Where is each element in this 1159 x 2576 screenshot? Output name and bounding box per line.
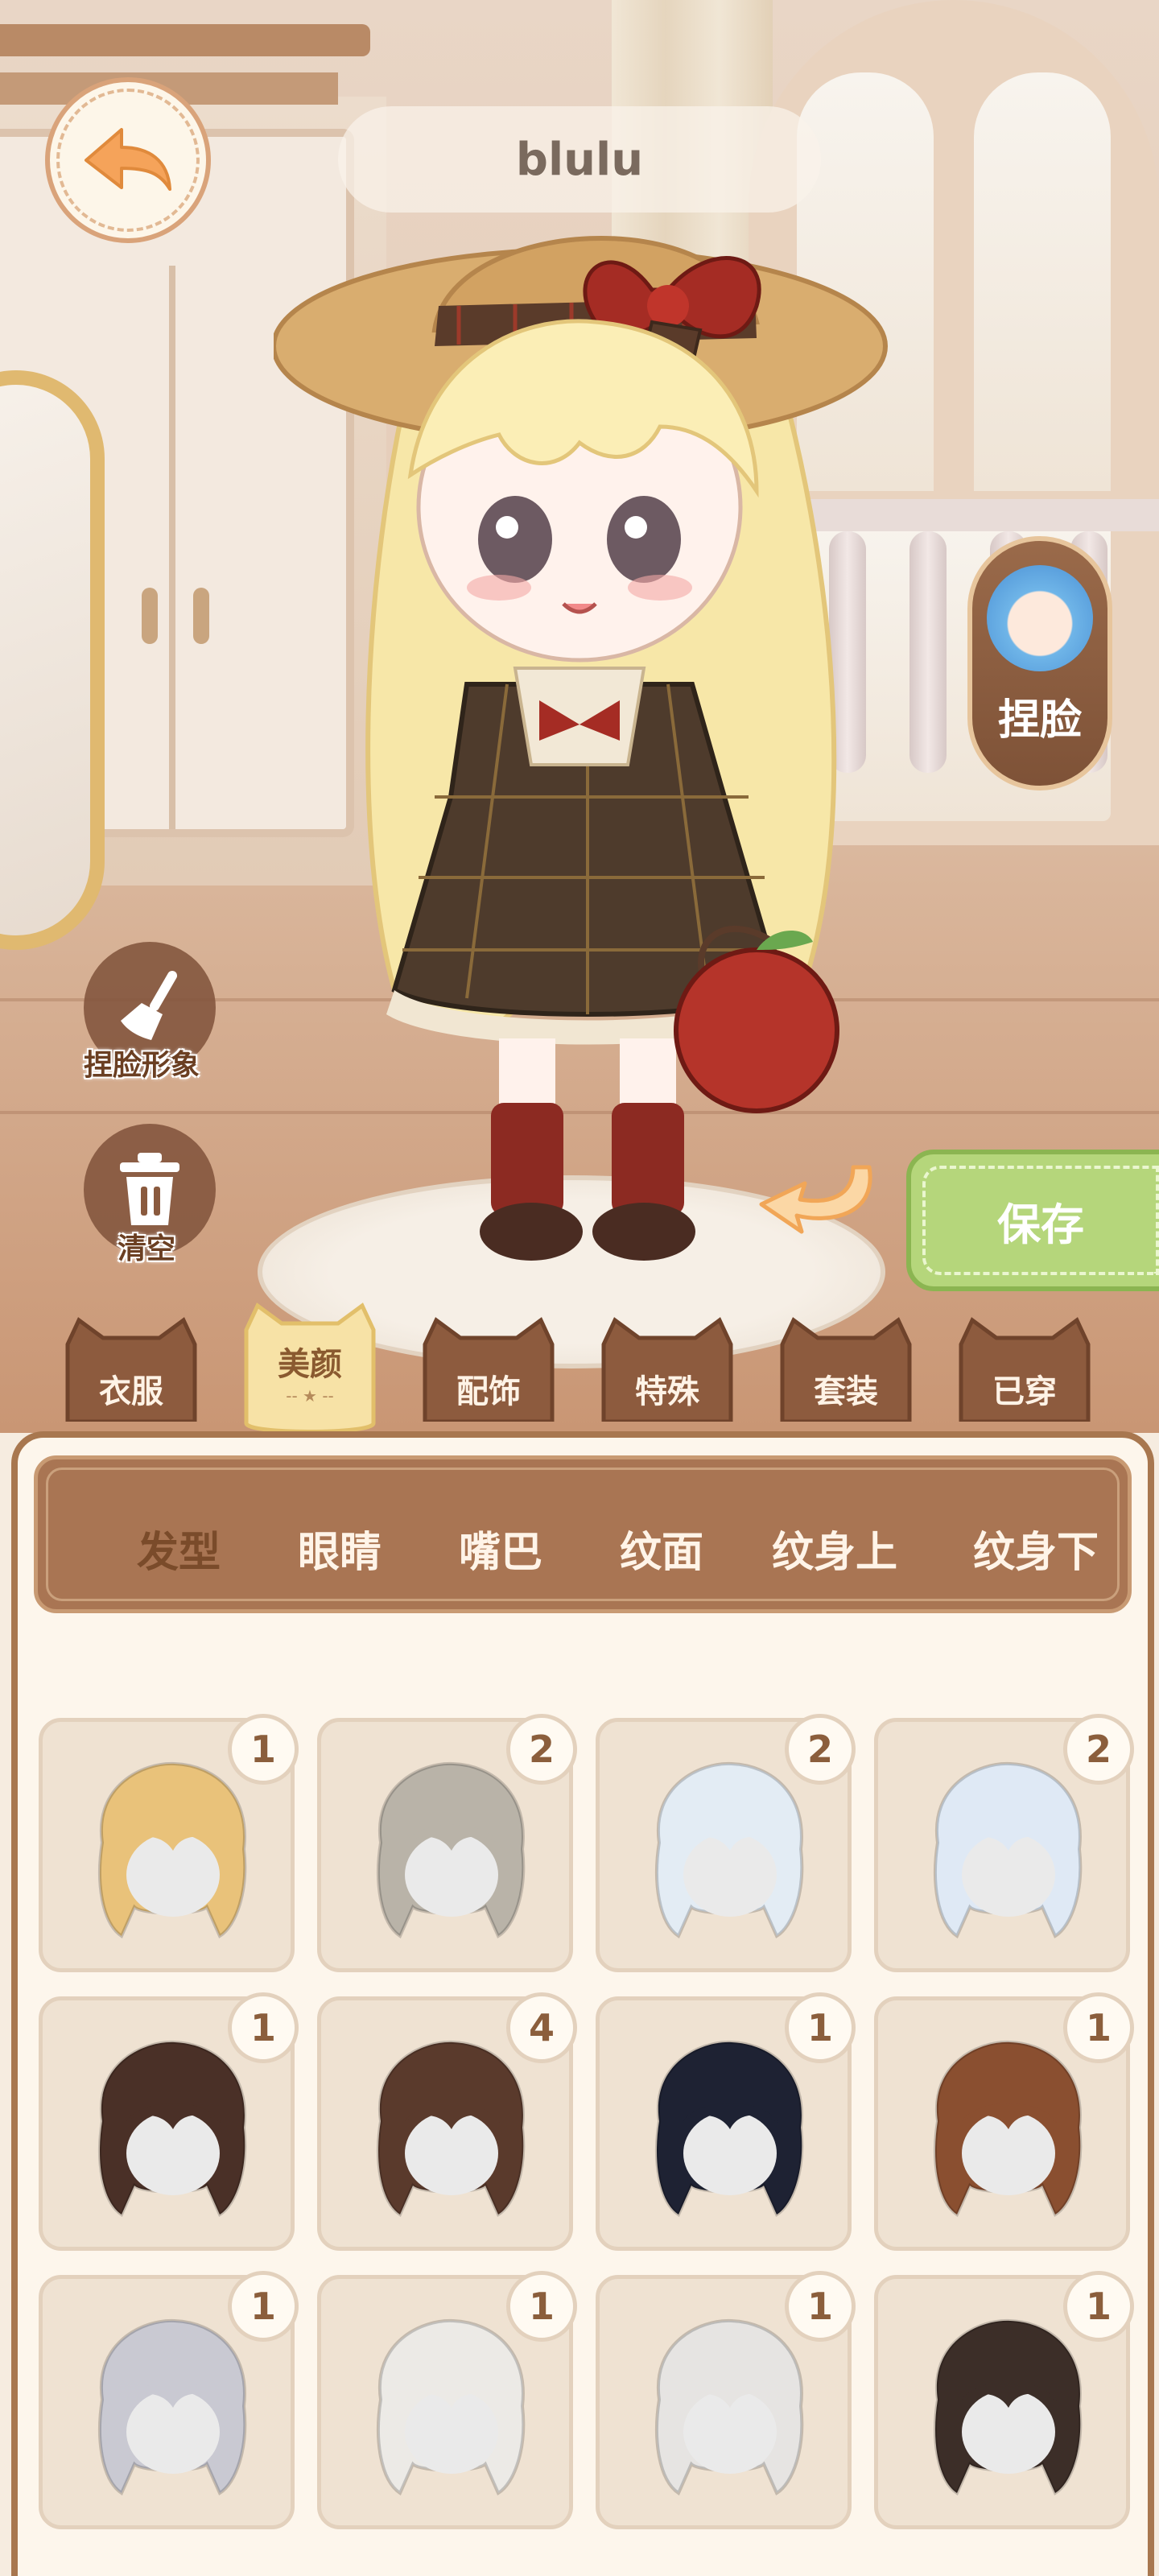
tab-beauty[interactable]: 美颜 -- ★ -- — [241, 1302, 378, 1439]
tab-label: 配饰 — [456, 1373, 521, 1410]
dress-up-screen: blulu 捏脸 捏脸形象 清空 保存 衣服 美颜 -- ★ -- 配饰 特殊 … — [0, 0, 1159, 2576]
face-edit-button[interactable]: 捏脸 — [967, 536, 1112, 791]
back-arrow-icon — [85, 128, 171, 191]
broom-icon — [121, 971, 177, 1040]
subcategory-bar: 发型 眼睛 嘴巴 纹面 纹身上 纹身下 — [34, 1455, 1132, 1613]
owned-count-badge: 1 — [228, 1992, 299, 2063]
face-look-label: 捏脸形象 — [84, 1049, 200, 1082]
tab-decoration: -- ★ -- — [286, 1386, 334, 1406]
tab-worn[interactable]: 已穿 — [956, 1317, 1093, 1422]
owned-count-badge: 2 — [1063, 1714, 1134, 1785]
hair-item-card[interactable]: 1 — [39, 1714, 299, 1972]
face-edit-label: 捏脸 — [997, 696, 1082, 745]
hairstyle-icon — [98, 1761, 247, 1938]
owned-count-badge: 1 — [228, 2271, 299, 2342]
owned-count-badge: 1 — [785, 2271, 856, 2342]
tab-special[interactable]: 特殊 — [599, 1317, 736, 1422]
rotate-arrow-icon[interactable] — [757, 1151, 877, 1240]
hairstyle-icon — [934, 1761, 1083, 1938]
hairstyle-icon — [98, 2040, 247, 2217]
subtab-lower-tattoo[interactable]: 纹身下 — [963, 1516, 1108, 1580]
owned-count-badge: 2 — [785, 1714, 856, 1785]
hair-item-card[interactable]: 1 — [39, 2271, 299, 2529]
owned-count-badge: 2 — [506, 1714, 577, 1785]
subtab-hairstyle[interactable]: 发型 — [126, 1516, 231, 1580]
trash-icon — [120, 1153, 179, 1225]
clear-label: 清空 — [118, 1232, 176, 1265]
hairstyle-icon — [377, 2040, 526, 2217]
save-button[interactable]: 保存 — [906, 1150, 1159, 1291]
standing-mirror — [0, 370, 105, 950]
hairstyle-icon — [655, 2318, 804, 2496]
hair-item-card[interactable]: 2 — [317, 1714, 577, 1972]
subtab-face-tattoo[interactable]: 纹面 — [609, 1516, 714, 1580]
hairstyle-icon — [934, 2040, 1083, 2217]
hairstyle-icon — [655, 2040, 804, 2217]
tab-label: 衣服 — [99, 1373, 163, 1410]
owned-count-badge: 1 — [785, 1992, 856, 2063]
subtab-eyes[interactable]: 眼睛 — [287, 1516, 392, 1580]
save-label: 保存 — [922, 1166, 1159, 1275]
hair-item-card[interactable]: 1 — [596, 2271, 856, 2529]
owned-count-badge: 4 — [506, 1992, 577, 2063]
face-avatar-icon — [987, 565, 1093, 671]
owned-count-badge: 1 — [1063, 2271, 1134, 2342]
tab-clothes[interactable]: 衣服 — [63, 1317, 200, 1422]
hair-item-card[interactable]: 1 — [874, 2271, 1134, 2529]
hairstyle-icon — [377, 2318, 526, 2496]
item-panel: 发型 眼睛 嘴巴 纹面 纹身上 纹身下 1 2 2 2 1 4 1 1 1 1 1 1 — [11, 1431, 1154, 2576]
hairstyle-icon — [98, 2318, 247, 2496]
tab-label: 套装 — [814, 1373, 878, 1410]
hair-item-card[interactable]: 1 — [874, 1992, 1134, 2251]
wall-shelf — [0, 24, 370, 56]
owned-count-badge: 1 — [506, 2271, 577, 2342]
owned-count-badge: 1 — [1063, 1992, 1134, 2063]
back-button[interactable] — [45, 77, 211, 243]
hairstyle-icon — [377, 1761, 526, 1938]
hair-item-card[interactable]: 2 — [596, 1714, 856, 1972]
tab-label: 美颜 — [278, 1346, 342, 1383]
owned-count-badge: 1 — [228, 1714, 299, 1785]
hairstyle-icon — [655, 1761, 804, 1938]
hair-item-card[interactable]: 4 — [317, 1992, 577, 2251]
tab-outfits[interactable]: 套装 — [777, 1317, 914, 1422]
tab-accessories[interactable]: 配饰 — [420, 1317, 557, 1422]
hairstyle-icon — [934, 2318, 1083, 2496]
hair-item-card[interactable]: 1 — [596, 1992, 856, 2251]
subtab-upper-tattoo[interactable]: 纹身上 — [762, 1516, 907, 1580]
hair-item-card[interactable]: 1 — [317, 2271, 577, 2529]
subtab-mouth[interactable]: 嘴巴 — [448, 1516, 553, 1580]
hair-item-card[interactable]: 1 — [39, 1992, 299, 2251]
tab-label: 特殊 — [635, 1373, 699, 1410]
tab-label: 已穿 — [992, 1373, 1057, 1410]
hair-item-card[interactable]: 2 — [874, 1714, 1134, 1972]
